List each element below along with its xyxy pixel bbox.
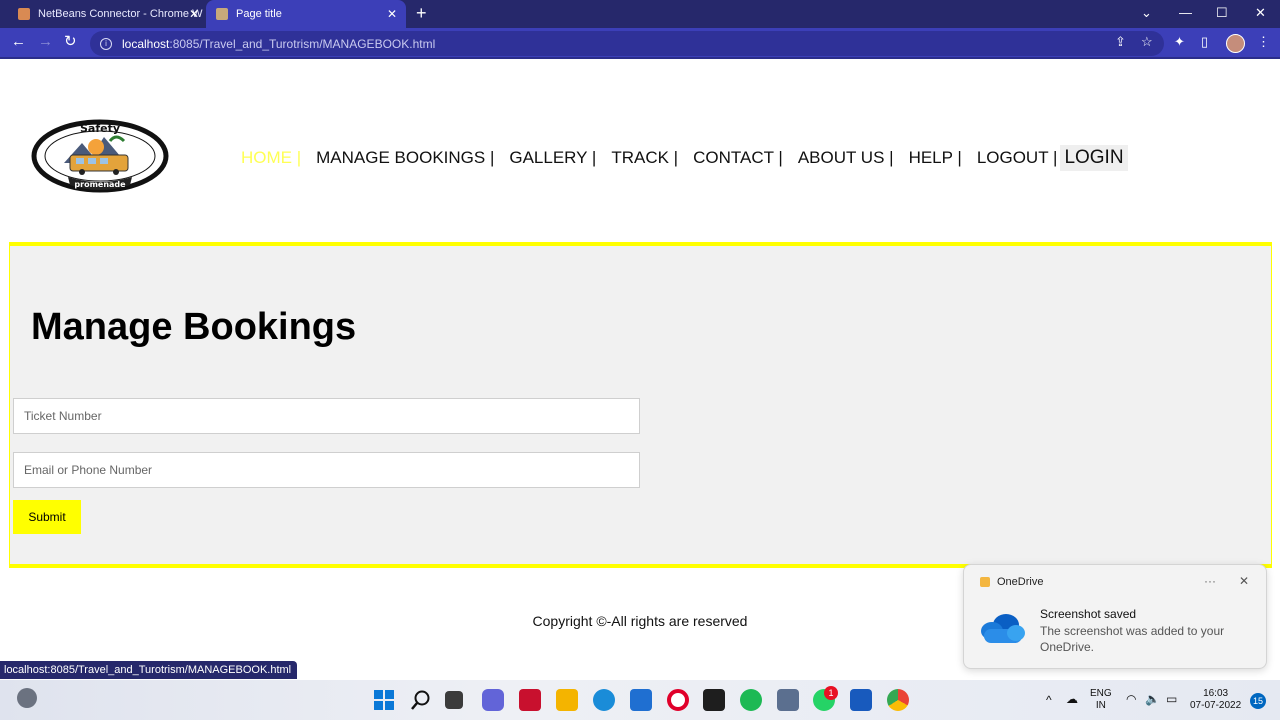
- onedrive-notification[interactable]: OneDrive ··· ✕ Screenshot saved The scre…: [963, 564, 1267, 669]
- profile-avatar[interactable]: [1226, 34, 1245, 53]
- page-favicon-icon: [216, 8, 228, 20]
- spotify-icon[interactable]: [740, 689, 762, 711]
- weather-widget-icon[interactable]: [17, 688, 37, 708]
- maximize-icon[interactable]: ☐: [1216, 5, 1228, 21]
- whatsapp-badge: 1: [824, 686, 838, 700]
- email-or-phone-input[interactable]: [13, 452, 640, 488]
- side-panel-icon[interactable]: ▯: [1201, 35, 1208, 49]
- task-view-icon[interactable]: [445, 691, 463, 709]
- logo-bottom-text: promenade: [74, 180, 126, 189]
- extensions-puzzle-icon[interactable]: ✦: [1174, 35, 1185, 49]
- ticket-number-input[interactable]: [13, 398, 640, 434]
- opera-icon[interactable]: [667, 689, 689, 711]
- site-info-icon[interactable]: i: [100, 37, 112, 50]
- word-icon[interactable]: [850, 689, 872, 711]
- nav-logout[interactable]: LOGOUT |: [977, 148, 1058, 168]
- tab-search-chevron-icon[interactable]: ⌄: [1141, 5, 1152, 21]
- status-bar-url: localhost:8085/Travel_and_Turotrism/MANA…: [0, 661, 298, 679]
- nav-track[interactable]: TRACK |: [611, 148, 678, 168]
- netbeans-favicon-icon: [18, 8, 30, 20]
- logo-top-text: Safety: [80, 122, 120, 135]
- nav-help[interactable]: HELP |: [909, 148, 962, 168]
- edge-browser-icon[interactable]: [593, 689, 615, 711]
- language-indicator[interactable]: ENG IN: [1090, 688, 1112, 712]
- notification-count-badge[interactable]: 15: [1250, 693, 1266, 709]
- address-url[interactable]: localhost:8085/Travel_and_Turotrism/MANA…: [122, 37, 435, 51]
- onedrive-small-icon: [980, 577, 990, 587]
- more-options-icon[interactable]: ···: [1204, 574, 1216, 588]
- onedrive-cloud-icon: [981, 614, 1025, 643]
- clock[interactable]: 16:03 07-07-2022: [1190, 688, 1241, 712]
- tab-title: NetBeans Connector - Chrome W: [38, 8, 203, 20]
- file-explorer-icon[interactable]: [556, 689, 578, 711]
- nav-home[interactable]: HOME |: [241, 148, 301, 168]
- manage-bookings-panel: Manage Bookings Submit: [9, 242, 1272, 568]
- login-button[interactable]: LOGIN: [1060, 145, 1128, 171]
- toast-title: Screenshot saved: [1040, 607, 1137, 621]
- tab-page-title[interactable]: Page title ✕: [206, 0, 406, 28]
- close-tab-icon[interactable]: ✕: [189, 7, 199, 21]
- tab-netbeans-connector[interactable]: NetBeans Connector - Chrome W ✕: [0, 0, 206, 28]
- back-icon[interactable]: ←: [11, 34, 26, 49]
- submit-button[interactable]: Submit: [13, 500, 81, 534]
- reload-icon[interactable]: ↻: [64, 34, 77, 49]
- menu-kebab-icon[interactable]: ⋮: [1257, 35, 1270, 49]
- toast-app-name: OneDrive: [997, 576, 1044, 588]
- close-notification-icon[interactable]: ✕: [1239, 574, 1249, 588]
- battery-icon[interactable]: ▭: [1166, 693, 1177, 705]
- safety-promenade-logo: Safety promenade: [31, 119, 169, 193]
- page-title: Manage Bookings: [31, 306, 357, 348]
- wifi-icon[interactable]: ◠: [1126, 693, 1136, 705]
- share-icon[interactable]: ⇪: [1115, 35, 1126, 49]
- teams-chat-icon[interactable]: [482, 689, 504, 711]
- search-icon[interactable]: [410, 689, 432, 711]
- nav-manage-bookings[interactable]: MANAGE BOOKINGS |: [316, 148, 494, 168]
- show-hidden-icons-chevron-icon[interactable]: ^: [1046, 694, 1052, 706]
- onedrive-tray-icon[interactable]: ☁: [1066, 693, 1078, 705]
- minimize-icon[interactable]: —: [1179, 5, 1192, 20]
- nav-contact[interactable]: CONTACT |: [693, 148, 783, 168]
- bookmark-star-icon[interactable]: ☆: [1141, 35, 1153, 49]
- nav-gallery[interactable]: GALLERY |: [509, 148, 596, 168]
- toast-message: The screenshot was added to your OneDriv…: [1040, 624, 1225, 654]
- address-bar[interactable]: i localhost:8085/Travel_and_Turotrism/MA…: [90, 31, 1164, 56]
- browser-tab-strip: NetBeans Connector - Chrome W ✕ Page tit…: [0, 0, 1280, 28]
- windows-taskbar: 1 ^ ☁ ENG IN ◠ 🔈 ▭ 16:03 07-07-2022: [0, 680, 1280, 720]
- tab-title: Page title: [236, 8, 282, 20]
- terminal-icon[interactable]: [703, 689, 725, 711]
- browser-toolbar: ← → ↻ i localhost:8085/Travel_and_Turotr…: [0, 28, 1280, 59]
- mcafee-icon[interactable]: [519, 689, 541, 711]
- main-navigation: HOME | MANAGE BOOKINGS | GALLERY | TRACK…: [241, 145, 1128, 171]
- windows-start-icon[interactable]: [373, 689, 395, 711]
- nav-about-us[interactable]: ABOUT US |: [798, 148, 894, 168]
- close-tab-icon[interactable]: ✕: [387, 7, 397, 21]
- volume-muted-icon[interactable]: 🔈: [1145, 693, 1160, 705]
- close-window-icon[interactable]: ✕: [1255, 5, 1266, 21]
- chrome-icon[interactable]: [887, 689, 909, 711]
- new-tab-icon[interactable]: +: [416, 4, 427, 22]
- microsoft-store-icon[interactable]: [630, 689, 652, 711]
- security-shield-icon[interactable]: [777, 689, 799, 711]
- forward-icon[interactable]: →: [38, 34, 53, 49]
